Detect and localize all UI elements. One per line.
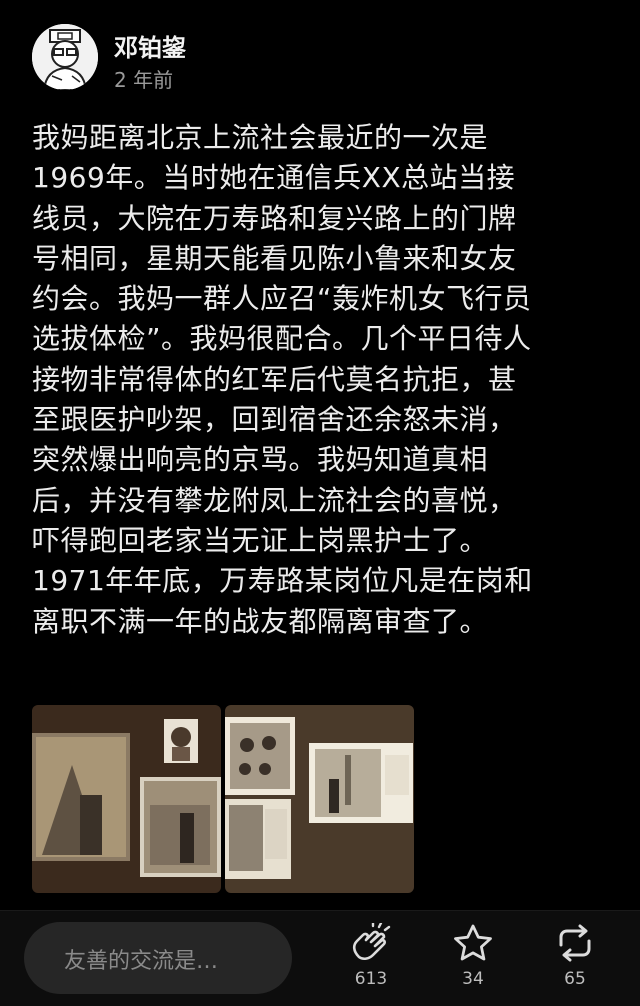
star-icon — [454, 924, 492, 961]
author-name[interactable]: 邓铂鋆 — [114, 28, 186, 63]
avatar[interactable] — [32, 24, 98, 90]
photo-album-left[interactable] — [32, 705, 221, 893]
post-text: 我妈距离北京上流社会最近的一次是 1969年。当时她在通信兵XX总站当接 线员，… — [32, 121, 533, 638]
bottom-action-bar: 友善的交流是… 613 34 65 — [0, 911, 640, 1006]
star-button[interactable]: 34 — [433, 917, 513, 1001]
clap-icon — [352, 923, 391, 961]
photo-grid — [32, 705, 414, 895]
photo-album-right[interactable] — [225, 705, 414, 893]
repost-button[interactable]: 65 — [535, 917, 615, 1001]
repost-count: 65 — [564, 969, 586, 989]
star-count: 34 — [462, 969, 484, 989]
comment-input[interactable]: 友善的交流是… — [24, 922, 292, 994]
post-header: 邓铂鋆 2 年前 — [32, 24, 612, 94]
clap-count: 613 — [354, 969, 388, 989]
clap-button[interactable]: 613 — [331, 917, 411, 1001]
comment-placeholder: 友善的交流是… — [64, 949, 219, 974]
repost-icon — [559, 924, 591, 962]
post-time: 2 年前 — [114, 68, 174, 92]
